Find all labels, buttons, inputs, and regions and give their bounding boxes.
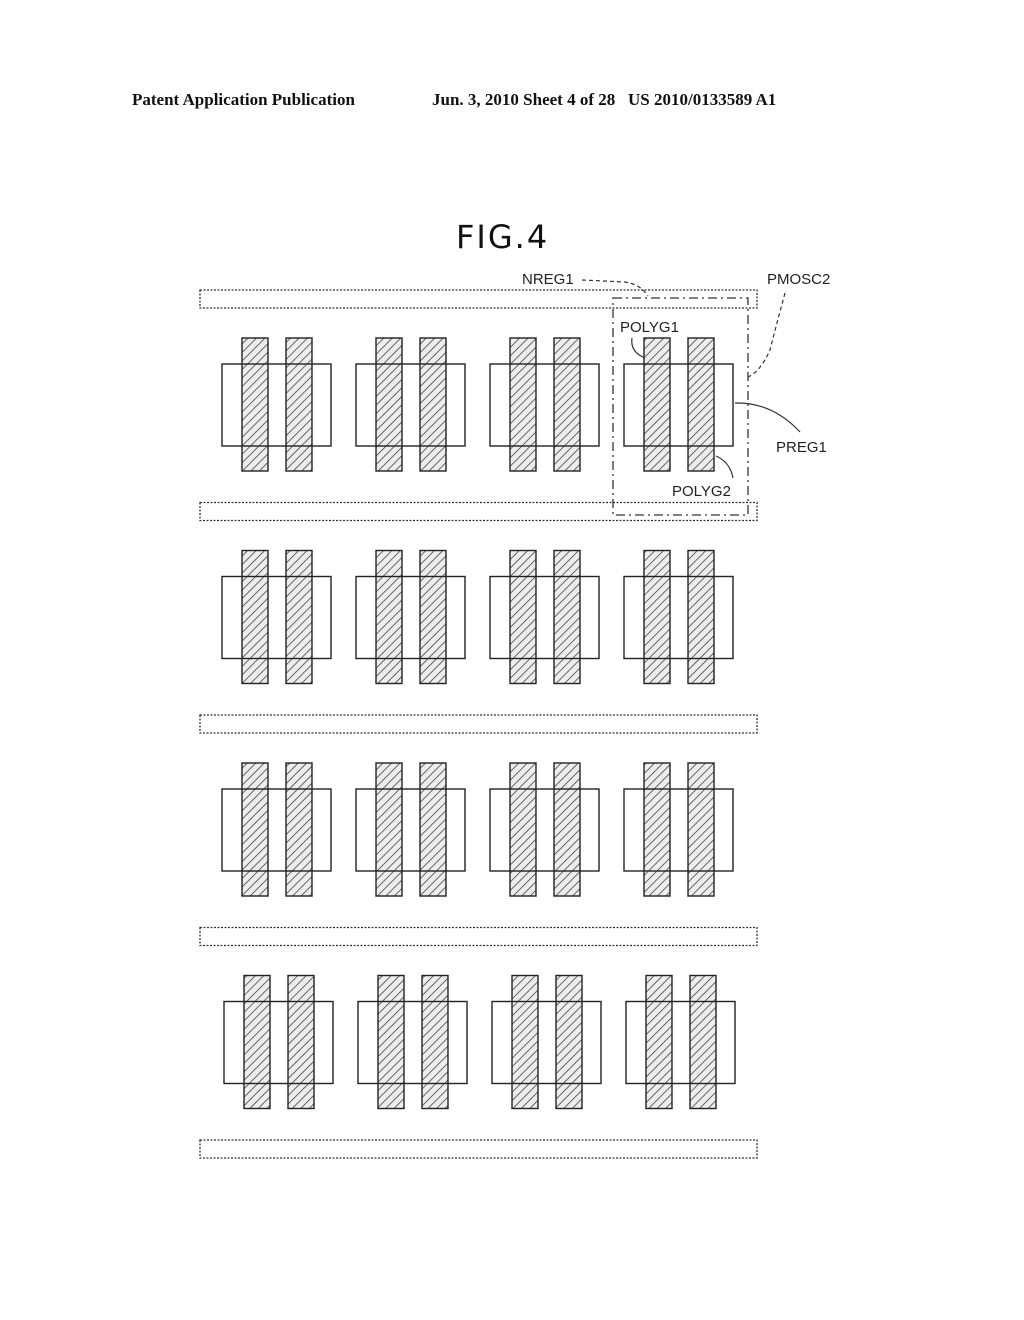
poly-gate [687,549,715,685]
poly-gate [645,974,673,1110]
nreg1-leader [581,279,649,297]
p-region [355,788,466,872]
p-region [623,788,734,872]
poly-gate [419,337,447,472]
p-region [221,575,332,660]
pmos-cell [355,762,466,897]
poly-gate [689,974,717,1110]
poly-gate [509,337,537,472]
pmos-cell [623,762,734,897]
p-region [357,1000,468,1085]
p-region [489,363,600,447]
p-region [489,788,600,872]
pmos-cell [355,549,466,685]
n-region-rail [199,501,758,522]
poly-gate [285,337,313,472]
pmos-cell [625,974,736,1110]
poly-gate [421,974,449,1110]
transistor-array [221,337,736,1110]
layout-diagram: NREG1 PMOSC2 POLYG1 POLYG2 PREG1 [199,271,830,1159]
poly-gate [241,337,269,472]
poly-gate [555,974,583,1110]
poly-gate [285,762,313,897]
poly-gate [643,762,671,897]
poly-gate [419,762,447,897]
n-region-rail [199,714,758,734]
poly-gate [509,549,537,685]
pmos-cell [221,337,332,472]
n-region-rails [199,289,758,1159]
poly-gate [643,549,671,685]
pmos-cell [623,549,734,685]
poly-gate [687,762,715,897]
poly-gate [375,549,403,685]
pmos-cell [223,974,334,1110]
poly-gate [375,762,403,897]
p-region [623,363,734,447]
poly-gate [687,337,715,472]
polyg2-leader [715,455,734,479]
p-region [221,363,332,447]
n-region-rail [199,1139,758,1159]
pmosc2-label: PMOSC2 [767,271,830,288]
poly-gate [553,337,581,472]
poly-gate [553,549,581,685]
polyg1-label: POLYG1 [620,319,679,336]
preg1-leader [734,402,801,433]
polyg1-leader [631,337,646,359]
pmos-cell [491,974,602,1110]
poly-gate [241,549,269,685]
p-region [625,1000,736,1085]
poly-gate [553,762,581,897]
pmos-cell [357,974,468,1110]
poly-gate [285,549,313,685]
poly-gate [287,974,315,1110]
nreg1-label: NREG1 [522,271,574,288]
pmos-cell [221,762,332,897]
p-region [355,363,466,447]
preg1-label: PREG1 [776,439,827,456]
p-region [221,788,332,872]
poly-gate [509,762,537,897]
pmos-cell [623,337,734,472]
poly-gate [377,974,405,1110]
poly-gate [511,974,539,1110]
pmos-cell [489,762,600,897]
pmos-cell [355,337,466,472]
polyg2-label: POLYG2 [672,483,731,500]
n-region-rail [199,289,758,309]
p-region [489,575,600,660]
p-region [355,575,466,660]
poly-gate [419,549,447,685]
poly-gate [241,762,269,897]
poly-gate [643,337,671,472]
pmosc2-leader [747,292,786,378]
p-region [623,575,734,660]
pmos-cell [221,549,332,685]
p-region [223,1000,334,1085]
poly-gate [243,974,271,1110]
pmos-cell [489,549,600,685]
n-region-rail [199,926,758,947]
poly-gate [375,337,403,472]
pmos-cell [489,337,600,472]
p-region [491,1000,602,1085]
